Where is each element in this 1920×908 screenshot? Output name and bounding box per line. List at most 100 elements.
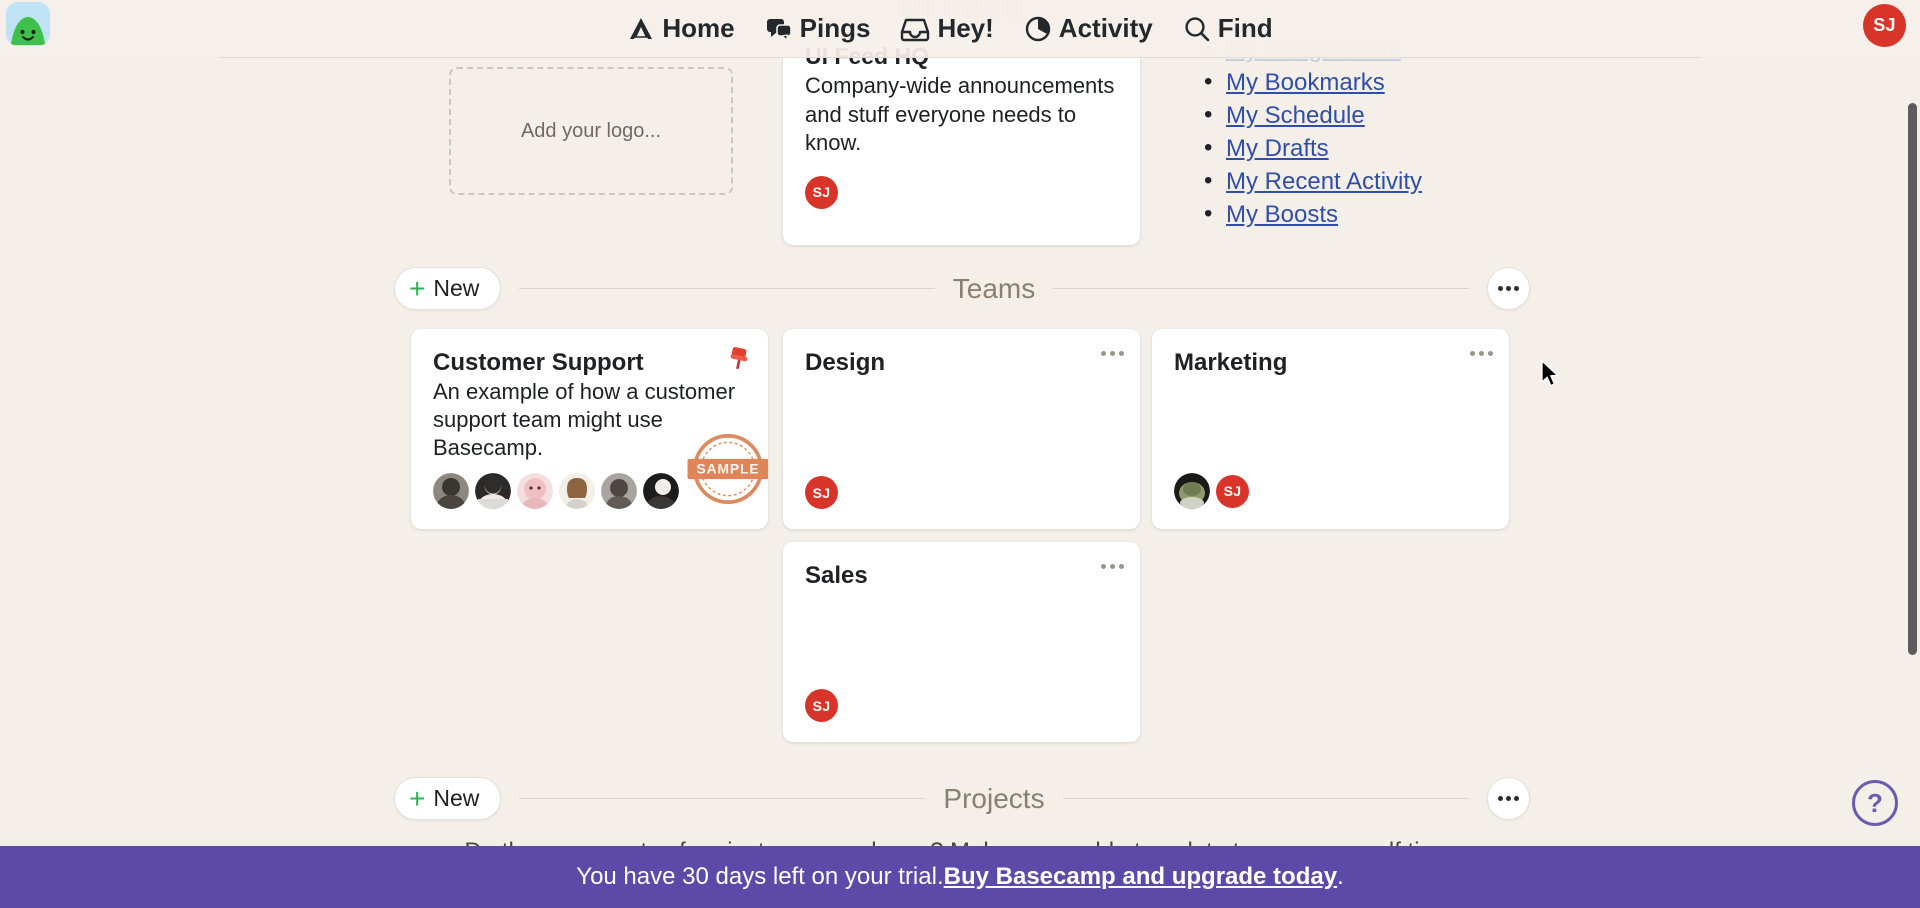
member-avatar[interactable] — [433, 473, 469, 509]
team-card-sales[interactable]: Sales SJ — [783, 542, 1140, 742]
ellipsis-icon-dot — [1506, 286, 1511, 291]
ellipsis-icon-dot — [1470, 351, 1475, 356]
team-card-menu-button[interactable] — [1101, 564, 1124, 569]
my-links-list: My Assignments My Bookmarks My Schedule … — [1198, 32, 1628, 231]
nav-item-home[interactable]: Home — [627, 13, 735, 44]
member-avatar[interactable]: SJ — [1216, 474, 1249, 508]
ellipsis-icon-dot — [1514, 796, 1519, 801]
member-avatar[interactable] — [643, 473, 679, 509]
plus-icon: + — [409, 782, 426, 814]
hq-card-member-avatar[interactable]: SJ — [805, 175, 838, 209]
basecamp-home-screen: UI Feed Add your logo... UI Feed HQ Comp… — [0, 0, 1920, 908]
member-avatar[interactable] — [475, 473, 511, 509]
member-avatar[interactable] — [601, 473, 637, 509]
my-links-item-schedule[interactable]: My Schedule — [1198, 98, 1628, 132]
hey-inbox-icon — [901, 18, 930, 41]
basecamp-logo[interactable] — [6, 2, 50, 46]
hq-card[interactable]: UI Feed HQ Company-wide announcements an… — [783, 25, 1140, 245]
main-nav: Home Pings Hey! Activity Find — [627, 13, 1273, 44]
header-divider — [218, 57, 1702, 58]
my-boosts-link[interactable]: My Boosts — [1226, 201, 1338, 228]
upgrade-link[interactable]: Buy Basecamp and upgrade today — [944, 863, 1337, 891]
new-team-button[interactable]: + New — [394, 267, 501, 310]
ellipsis-icon-dot — [1506, 796, 1511, 801]
new-team-label: New — [433, 275, 480, 301]
ellipsis-icon-dot — [1119, 564, 1124, 569]
nav-item-find[interactable]: Find — [1183, 13, 1273, 44]
teams-rule-right — [1053, 288, 1469, 289]
trial-banner-suffix: . — [1337, 863, 1344, 890]
nav-label-hey: Hey! — [937, 13, 994, 43]
ellipsis-icon-dot — [1101, 351, 1106, 356]
my-drafts-link[interactable]: My Drafts — [1226, 135, 1329, 162]
my-links-item-drafts[interactable]: My Drafts — [1198, 131, 1628, 165]
team-card-avatars: SJ — [805, 476, 838, 509]
projects-rule-left — [519, 798, 926, 799]
user-avatar[interactable]: SJ — [1863, 4, 1906, 47]
team-card-customer-support[interactable]: Customer Support An example of how a cus… — [411, 329, 768, 529]
ellipsis-icon-dot — [1488, 351, 1493, 356]
trial-banner-text: You have 30 days left on your trial. — [576, 863, 944, 890]
top-row: Add your logo... UI Feed HQ Company-wide… — [218, 25, 1702, 245]
top-navigation-bar: Home Pings Hey! Activity Find SJ — [0, 0, 1920, 57]
pings-icon — [766, 18, 792, 41]
ellipsis-icon-dot — [1498, 286, 1503, 291]
home-icon — [630, 17, 653, 39]
nav-item-activity[interactable]: Activity — [1024, 13, 1153, 44]
projects-section-title: Projects — [943, 782, 1045, 814]
ellipsis-icon-dot — [1110, 351, 1115, 356]
nav-label-pings: Pings — [799, 13, 871, 43]
team-card-marketing[interactable]: Marketing SJ — [1152, 329, 1509, 529]
team-card-avatars — [433, 473, 679, 509]
team-card-avatars: SJ — [1174, 473, 1249, 509]
ellipsis-icon-dot — [1101, 564, 1106, 569]
projects-section-header: + New Projects — [394, 777, 1530, 820]
team-card-title: Customer Support — [433, 349, 644, 376]
add-logo-dropzone[interactable]: Add your logo... — [449, 67, 733, 195]
member-avatar[interactable]: SJ — [805, 689, 838, 722]
page-scrollbar-thumb[interactable] — [1908, 103, 1917, 655]
hq-card-description: Company-wide announcements and stuff eve… — [805, 73, 1115, 156]
projects-rule-right — [1062, 798, 1469, 799]
my-bookmarks-link[interactable]: My Bookmarks — [1226, 69, 1385, 96]
team-card-menu-button[interactable] — [1470, 351, 1493, 356]
ellipsis-icon-dot — [1110, 564, 1115, 569]
my-links-item-bookmarks[interactable]: My Bookmarks — [1198, 65, 1628, 99]
page-content: Add your logo... UI Feed HQ Company-wide… — [0, 0, 1920, 908]
my-schedule-link[interactable]: My Schedule — [1226, 102, 1365, 129]
ellipsis-icon-dot — [1119, 351, 1124, 356]
my-links-item-recent-activity[interactable]: My Recent Activity — [1198, 164, 1628, 198]
activity-icon — [1025, 16, 1050, 41]
member-avatar[interactable] — [517, 473, 553, 509]
my-links-item-boosts[interactable]: My Boosts — [1198, 197, 1628, 231]
nav-item-hey[interactable]: Hey! — [900, 13, 994, 44]
my-recent-activity-link[interactable]: My Recent Activity — [1226, 168, 1422, 195]
team-card-design[interactable]: Design SJ — [783, 329, 1140, 529]
new-project-label: New — [433, 785, 480, 811]
member-avatar[interactable] — [559, 473, 595, 509]
help-button[interactable]: ? — [1852, 780, 1898, 826]
team-card-menu-button[interactable] — [1101, 351, 1124, 356]
team-card-title: Design — [805, 349, 886, 376]
ellipsis-icon-dot — [1479, 351, 1484, 356]
page-scrollbar-track[interactable] — [1905, 0, 1920, 908]
ellipsis-icon-dot — [1514, 286, 1519, 291]
teams-rule-left — [519, 288, 935, 289]
nav-label-home: Home — [662, 13, 735, 43]
ellipsis-icon-dot — [1498, 796, 1503, 801]
nav-label-activity: Activity — [1058, 13, 1153, 43]
nav-label-find: Find — [1217, 13, 1273, 43]
team-card-title: Marketing — [1174, 349, 1288, 376]
team-card-avatars: SJ — [805, 689, 838, 722]
teams-section-header: + New Teams — [394, 267, 1530, 310]
sample-stamp-icon: SAMPLE — [687, 434, 768, 504]
new-project-button[interactable]: + New — [394, 777, 501, 820]
member-avatar[interactable]: SJ — [805, 476, 838, 509]
projects-section-menu-button[interactable] — [1487, 777, 1530, 820]
trial-banner: You have 30 days left on your trial. Buy… — [0, 846, 1920, 908]
nav-item-pings[interactable]: Pings — [765, 13, 871, 44]
member-avatar[interactable] — [1174, 473, 1210, 509]
teams-section-title: Teams — [952, 272, 1036, 304]
teams-section-menu-button[interactable] — [1487, 267, 1530, 310]
pin-icon[interactable] — [728, 345, 750, 376]
